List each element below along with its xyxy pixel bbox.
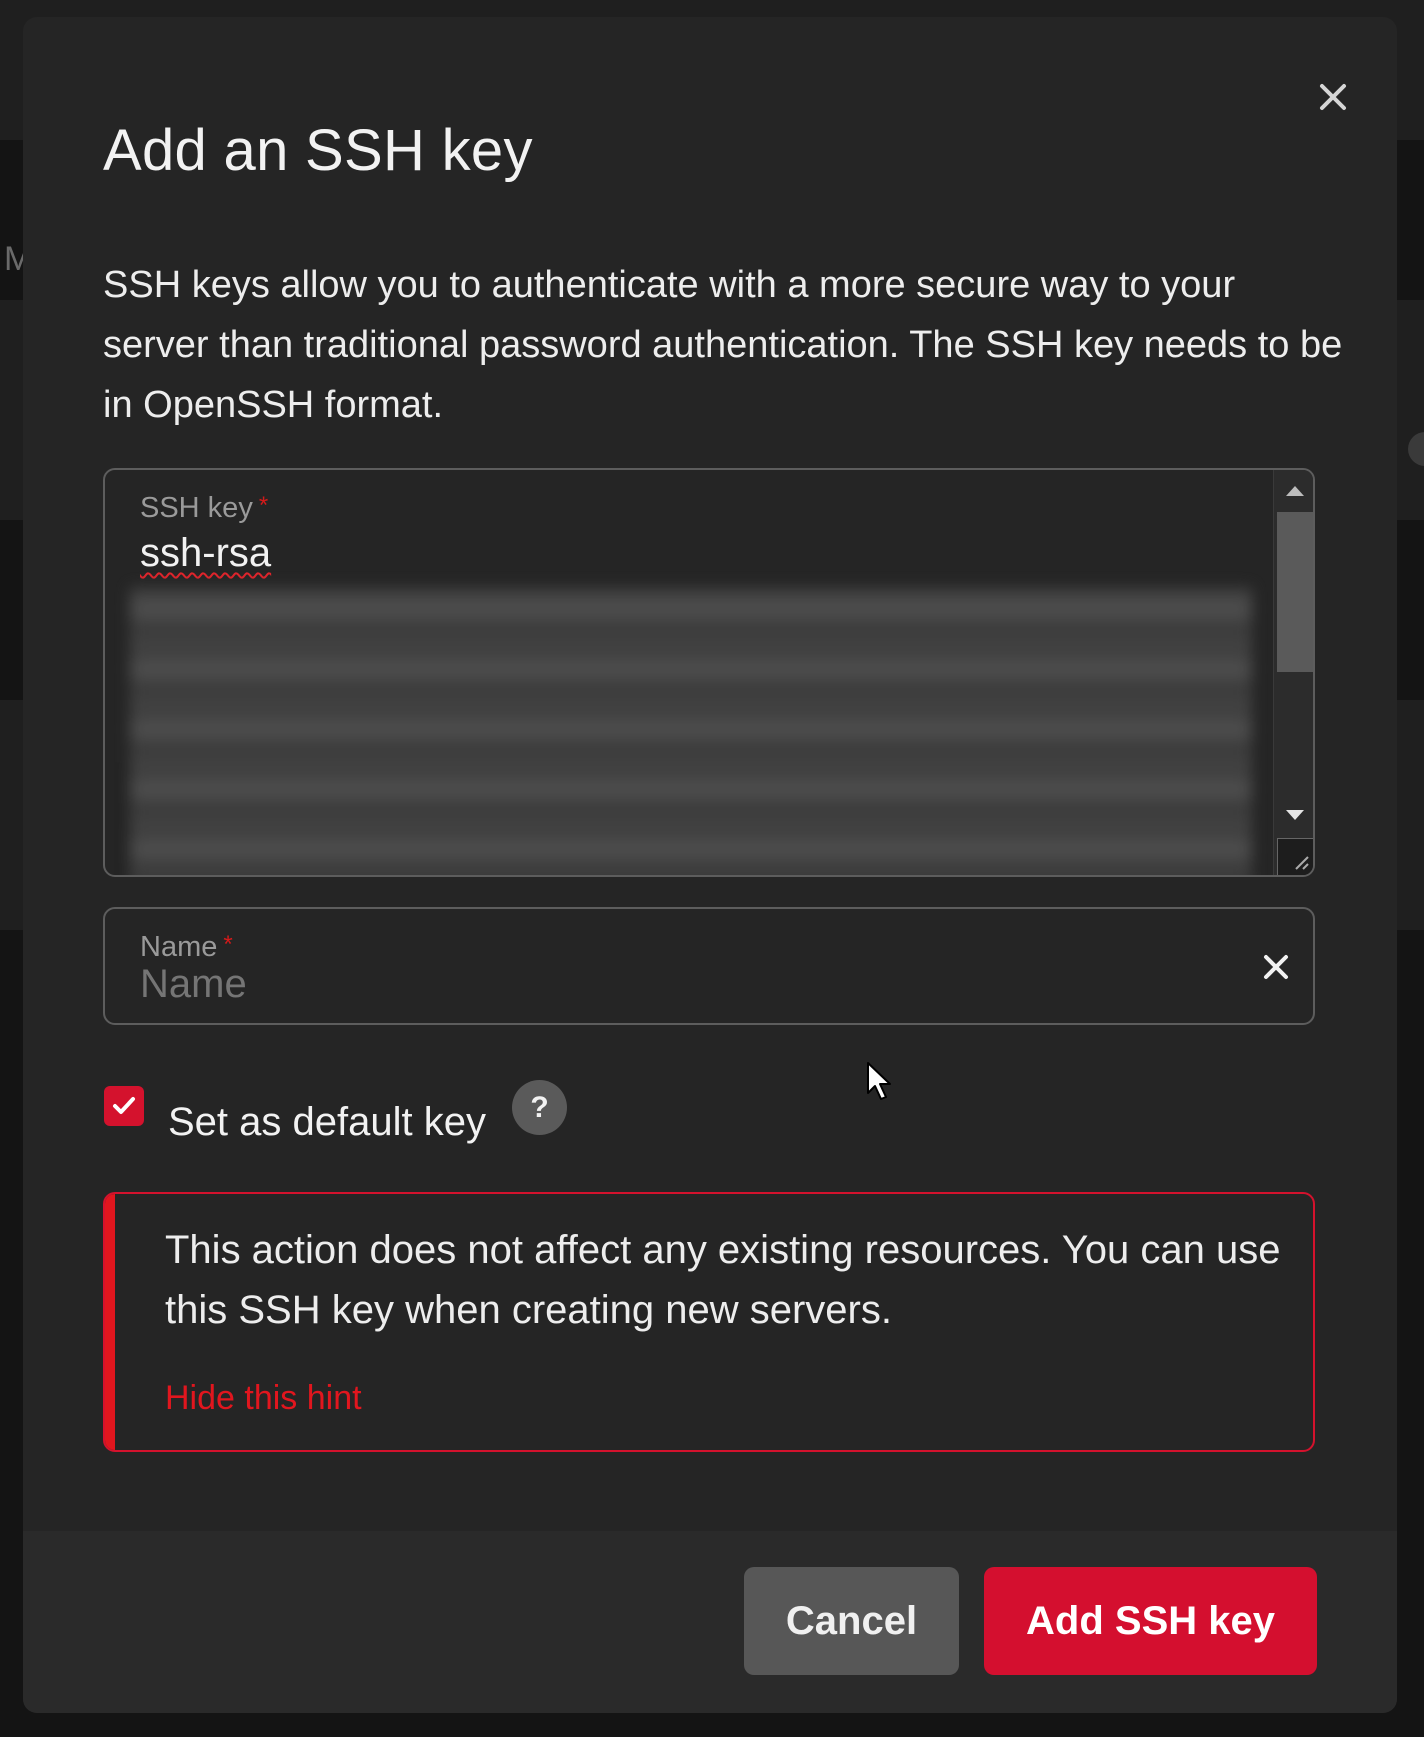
name-input[interactable] (140, 962, 1140, 1007)
checkmark-icon (113, 1097, 135, 1114)
textarea-scrollbar[interactable] (1273, 470, 1313, 875)
ssh-key-textarea[interactable]: SSH key * ssh-rsa (103, 468, 1315, 877)
dialog-description: SSH keys allow you to authenticate with … (103, 264, 1343, 426)
name-label: Name * (140, 931, 233, 964)
resize-handle-icon[interactable] (1277, 838, 1313, 875)
ssh-key-value: ssh-rsa (140, 531, 272, 575)
hint-box: This action does not affect any existing… (103, 1192, 1315, 1452)
scroll-down-arrow-icon[interactable] (1286, 810, 1304, 820)
cancel-button[interactable]: Cancel (744, 1567, 959, 1675)
hide-hint-link[interactable]: Hide this hint (165, 1379, 362, 1418)
clear-icon[interactable] (1257, 948, 1295, 986)
ssh-key-label-text: SSH key (140, 492, 253, 524)
dialog-title: Add an SSH key (103, 118, 533, 183)
dialog-footer: Cancel Add SSH key (23, 1531, 1397, 1713)
default-key-label[interactable]: Set as default key (168, 1099, 486, 1145)
hint-text: This action does not affect any existing… (165, 1228, 1281, 1332)
scroll-thumb[interactable] (1277, 512, 1313, 672)
add-ssh-key-button[interactable]: Add SSH key (984, 1567, 1317, 1675)
scroll-up-arrow-icon[interactable] (1286, 486, 1304, 496)
redacted-key-content (130, 587, 1252, 875)
ssh-key-label: SSH key * (140, 492, 268, 525)
close-icon[interactable] (1308, 72, 1358, 122)
mouse-cursor-icon (867, 1062, 891, 1100)
default-key-checkbox[interactable] (104, 1086, 144, 1126)
hint-accent-bar (105, 1194, 115, 1450)
required-marker: * (258, 492, 269, 519)
name-field[interactable]: Name * (103, 907, 1315, 1025)
help-icon[interactable]: ? (512, 1080, 567, 1135)
add-ssh-key-dialog: Add an SSH key SSH keys allow you to aut… (23, 17, 1397, 1713)
required-marker: * (223, 931, 233, 958)
name-label-text: Name (140, 931, 218, 963)
